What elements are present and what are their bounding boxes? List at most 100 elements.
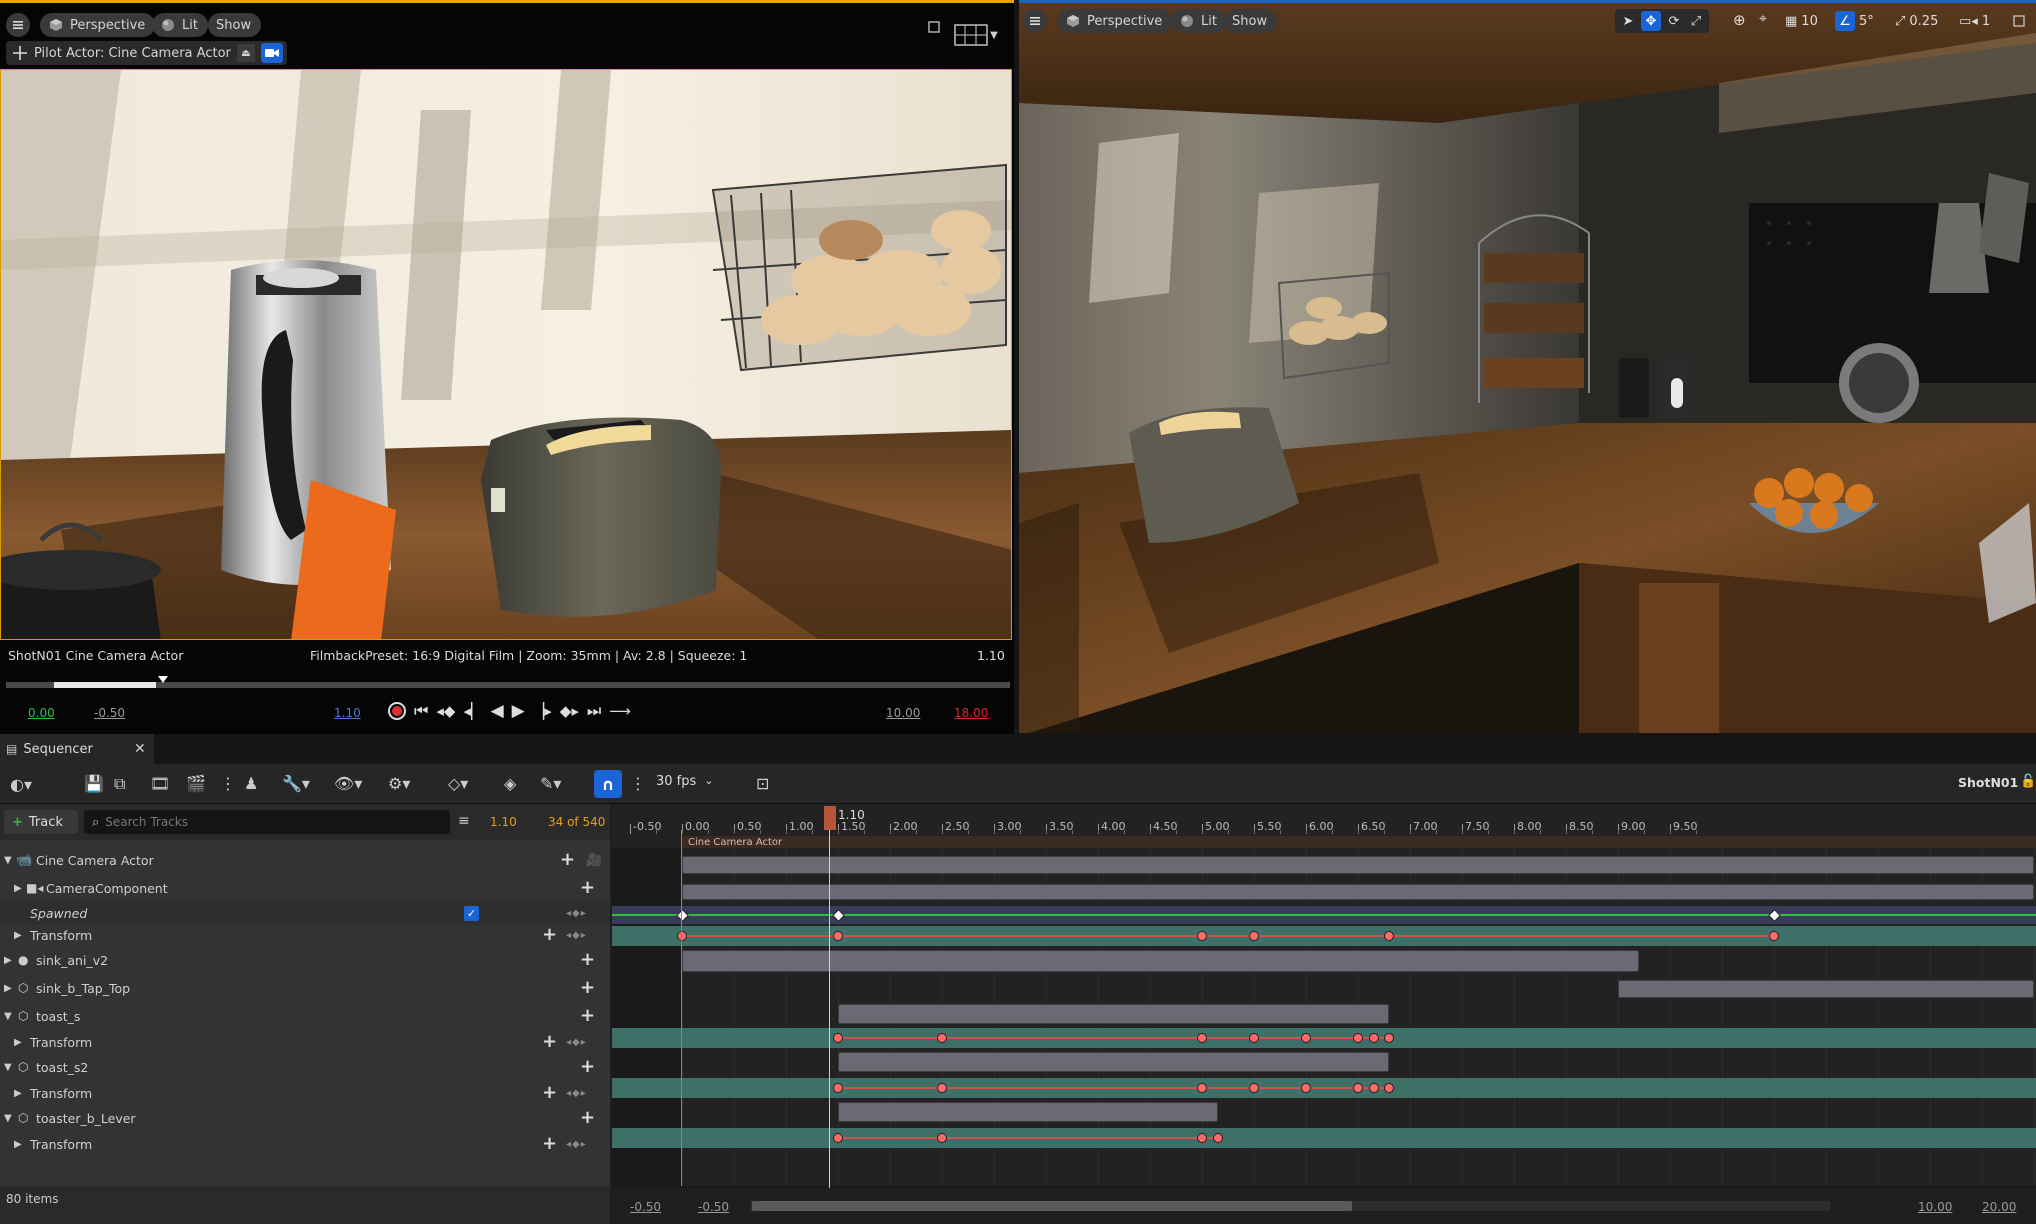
surface-snap-icon[interactable]: ⌖ bbox=[1759, 11, 1767, 27]
collapse-triangle-icon[interactable]: ▼ bbox=[4, 855, 12, 866]
camera-lock-icon[interactable] bbox=[260, 43, 283, 63]
section-bar[interactable] bbox=[838, 1052, 1390, 1072]
expand-triangle-icon[interactable]: ▶ bbox=[14, 883, 22, 894]
view-mode-button-right[interactable]: Perspective bbox=[1057, 9, 1173, 33]
tools-icon[interactable]: 🔧▾ bbox=[282, 774, 310, 793]
keyframe[interactable] bbox=[1249, 931, 1259, 941]
keyframe[interactable] bbox=[937, 1083, 947, 1093]
grid-snap-button[interactable]: ▦ 10 bbox=[1785, 9, 1818, 33]
scrub-bar[interactable] bbox=[6, 676, 1010, 688]
camera-speed-button[interactable]: ▭◂ 1 bbox=[1959, 9, 1990, 33]
lit-mode-button-right[interactable]: Lit bbox=[1171, 9, 1227, 33]
record-button[interactable] bbox=[388, 702, 406, 720]
keyframe[interactable] bbox=[833, 1133, 843, 1143]
track-row-spawned[interactable]: Spawned ✓ ◂◆▸ bbox=[0, 901, 610, 925]
keyframe[interactable] bbox=[833, 1083, 843, 1093]
view-mode-button[interactable]: Perspective bbox=[40, 13, 156, 37]
add-icon[interactable]: + bbox=[580, 951, 595, 969]
world-space-icon[interactable]: ⊕ bbox=[1733, 11, 1746, 29]
keyframe[interactable] bbox=[1368, 1083, 1379, 1093]
show-button-right[interactable]: Show bbox=[1224, 9, 1278, 33]
track-row-sink-ani[interactable]: ▶ ● sink_ani_v2 + bbox=[0, 948, 610, 972]
expand-triangle-icon[interactable]: ▶ bbox=[14, 1037, 22, 1048]
section-bar[interactable] bbox=[682, 884, 2034, 900]
eject-icon[interactable]: ⏏ bbox=[236, 44, 255, 62]
track-row-camera-component[interactable]: ▶ ■◂ CameraComponent + bbox=[0, 876, 610, 900]
keyframe[interactable] bbox=[1197, 1033, 1207, 1043]
expand-triangle-icon[interactable]: ▶ bbox=[4, 955, 12, 966]
keyframe[interactable] bbox=[937, 1033, 947, 1043]
expand-triangle-icon[interactable]: ▶ bbox=[4, 983, 12, 994]
key-nav-controls[interactable]: ◂◆▸ bbox=[566, 908, 587, 919]
actor-icon[interactable]: ♟ bbox=[244, 774, 258, 793]
left-viewport[interactable]: Perspective Lit Show ▼ Pilot Actor: Cine… bbox=[0, 0, 1014, 736]
add-icon[interactable]: + bbox=[580, 1007, 595, 1025]
spawned-checkbox[interactable]: ✓ bbox=[464, 905, 479, 921]
snap-options-icon[interactable]: ⋮ bbox=[630, 774, 646, 793]
add-icon[interactable]: + bbox=[580, 1109, 595, 1127]
scrollbar-thumb[interactable] bbox=[752, 1201, 1352, 1211]
play-icon[interactable]: ▶ bbox=[512, 701, 525, 721]
render-icon[interactable]: 🎞 bbox=[150, 774, 170, 793]
expand-triangle-icon[interactable]: ▶ bbox=[14, 1088, 22, 1099]
keyframe[interactable] bbox=[677, 931, 687, 941]
prev-key-icon[interactable]: ◂◆ bbox=[436, 702, 455, 720]
expand-triangle-icon[interactable]: ▶ bbox=[14, 1139, 22, 1150]
go-to-end-icon[interactable]: ⏭ bbox=[587, 701, 601, 721]
curve-editor-icon[interactable]: ⊡ bbox=[756, 774, 769, 793]
scale-snap-button[interactable]: ⤢ 0.25 bbox=[1895, 9, 1938, 33]
save-icon[interactable]: 💾 bbox=[84, 774, 104, 793]
collapse-triangle-icon[interactable]: ▼ bbox=[4, 1062, 12, 1073]
scrub-handle[interactable] bbox=[158, 676, 168, 683]
section-bar[interactable] bbox=[838, 1102, 1218, 1122]
timeline-area[interactable]: -0.50 0.00 0.50 1.00 1.50 2.00 2.50 3.00 3.50 4.0… bbox=[612, 804, 2036, 1224]
section-bar[interactable] bbox=[682, 856, 2034, 874]
rotation-snap-button[interactable]: ∠ 5° bbox=[1835, 9, 1874, 33]
tab-sequencer[interactable]: ▤ Sequencer ✕ bbox=[0, 734, 154, 764]
section-bar[interactable] bbox=[1618, 980, 2034, 998]
filter-icon[interactable]: ≡ bbox=[458, 813, 470, 829]
keyframe[interactable] bbox=[1301, 1083, 1311, 1093]
more-icon[interactable]: ⋮ bbox=[220, 774, 236, 793]
maximize-viewport-button[interactable] bbox=[922, 15, 946, 39]
add-key-icon[interactable]: ◈ bbox=[504, 774, 516, 793]
save-as-icon[interactable]: ⧉ bbox=[114, 774, 125, 794]
add-icon[interactable]: + bbox=[542, 1033, 557, 1051]
step-back-icon[interactable]: ◂▏ bbox=[463, 702, 482, 720]
eye-icon[interactable]: 👁▾ bbox=[334, 774, 362, 793]
pen-icon[interactable]: ✎▾ bbox=[540, 774, 561, 793]
close-icon[interactable]: ✕ bbox=[134, 741, 146, 757]
fps-dropdown[interactable]: 30 fps ⌄ bbox=[656, 774, 714, 789]
track-row-transform-camera[interactable]: ▶ Transform + ◂◆▸ bbox=[0, 923, 610, 947]
next-key-icon[interactable]: ◆▸ bbox=[560, 702, 579, 720]
perspective-view[interactable] bbox=[1019, 3, 2036, 733]
step-forward-icon[interactable]: ▕▸ bbox=[533, 702, 552, 720]
keyframe[interactable] bbox=[1769, 931, 1779, 941]
add-icon[interactable]: + bbox=[580, 1058, 595, 1076]
keyframe[interactable] bbox=[1197, 1133, 1207, 1143]
translate-icon[interactable]: ✥ bbox=[1641, 11, 1661, 31]
key-nav-controls[interactable]: ◂◆▸ bbox=[566, 1037, 587, 1048]
expand-triangle-icon[interactable]: ▶ bbox=[14, 930, 22, 941]
right-viewport[interactable]: Perspective Lit Show ➤ ✥ ⟳ ⤢ ⊕ ⌖ ▦ 10 ∠ … bbox=[1019, 0, 2036, 733]
key-nav-controls[interactable]: ◂◆▸ bbox=[566, 1088, 587, 1099]
track-row-toaster-lever[interactable]: ▼ ⬡ toaster_b_Lever + bbox=[0, 1106, 610, 1130]
track-row-toast-s2[interactable]: ▼ ⬡ toast_s2 + bbox=[0, 1055, 610, 1079]
go-to-start-icon[interactable]: ⏮ bbox=[414, 701, 428, 721]
track-row-transform-toast-s[interactable]: ▶ Transform + ◂◆▸ bbox=[0, 1030, 610, 1054]
cinematic-camera-view[interactable] bbox=[0, 69, 1012, 640]
keyframe[interactable] bbox=[1212, 1133, 1223, 1143]
scale-icon[interactable]: ⤢ bbox=[1687, 14, 1705, 29]
world-icon[interactable]: ◐▾ bbox=[10, 775, 32, 794]
search-tracks-input[interactable] bbox=[105, 815, 406, 829]
lit-mode-button[interactable]: Lit bbox=[152, 13, 208, 37]
track-row-transform-toast-s2[interactable]: ▶ Transform + ◂◆▸ bbox=[0, 1081, 610, 1105]
collapse-triangle-icon[interactable]: ▼ bbox=[4, 1011, 12, 1022]
section-bar[interactable] bbox=[838, 1004, 1390, 1024]
search-tracks-box[interactable]: ⌕ bbox=[84, 810, 450, 834]
add-icon[interactable]: + bbox=[542, 1135, 557, 1153]
add-icon[interactable]: + bbox=[580, 979, 595, 997]
track-row-transform-toaster-lever[interactable]: ▶ Transform + ◂◆▸ bbox=[0, 1132, 610, 1156]
key-nav-controls[interactable]: ◂◆▸ bbox=[566, 930, 587, 941]
key-interp-icon[interactable]: ◇▾ bbox=[448, 774, 468, 793]
